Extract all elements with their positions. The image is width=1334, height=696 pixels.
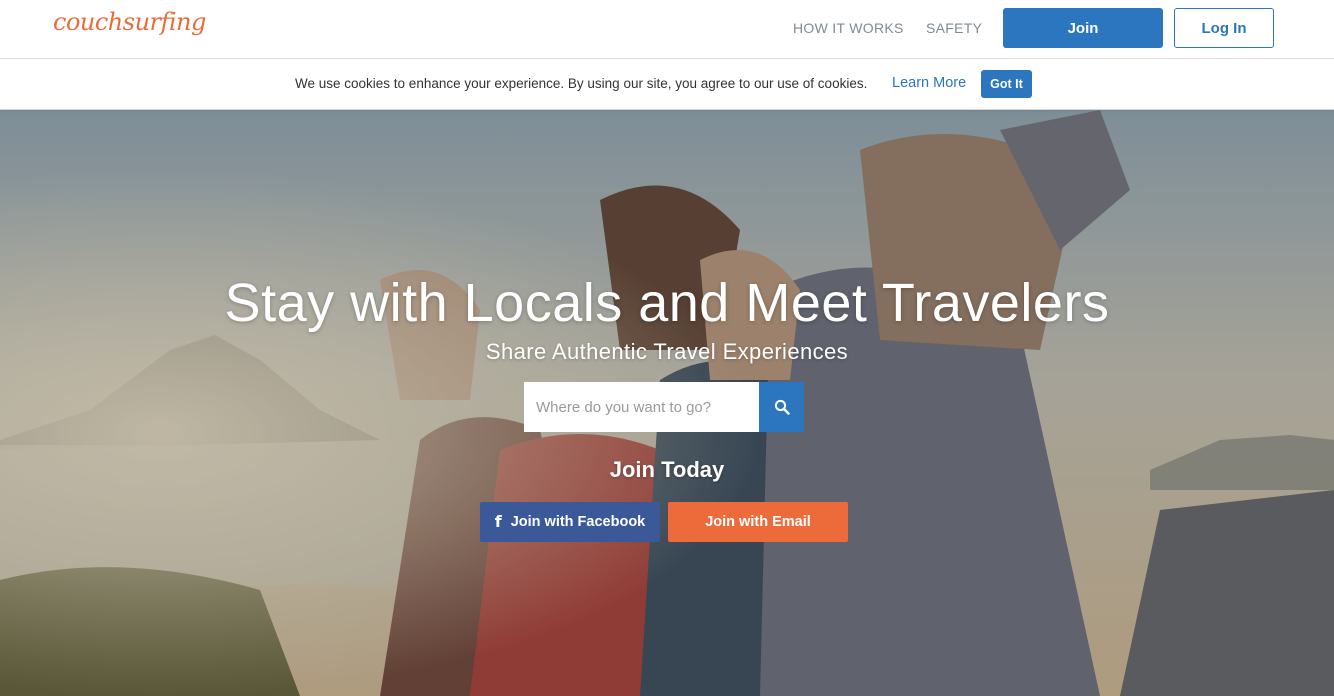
join-with-facebook-label: Join with Facebook: [510, 514, 646, 530]
hero-title: Stay with Locals and Meet Travelers: [224, 273, 1110, 333]
join-button[interactable]: Join: [1003, 8, 1163, 48]
log-in-button[interactable]: Log In: [1174, 8, 1274, 48]
search-icon: [774, 399, 790, 415]
destination-search-input[interactable]: [524, 382, 759, 432]
couchsurfing-logo[interactable]: couchsurfing: [53, 8, 206, 36]
hero-subtitle: Share Authentic Travel Experiences: [485, 339, 849, 364]
join-with-facebook-button[interactable]: f Join with Facebook: [480, 502, 660, 542]
facebook-icon: f: [494, 512, 502, 531]
search-button[interactable]: [759, 382, 804, 432]
hero-section: Stay with Locals and Meet Travelers Shar…: [0, 110, 1334, 696]
cookie-banner: We use cookies to enhance your experienc…: [0, 60, 1334, 110]
nav-how-it-works[interactable]: HOW IT WORKS: [793, 20, 904, 36]
join-today-heading: Join Today: [609, 457, 725, 482]
site-header: couchsurfing HOW IT WORKS SAFETY Join Lo…: [0, 0, 1334, 59]
nav-safety[interactable]: SAFETY: [926, 20, 982, 36]
learn-more-link[interactable]: Learn More: [892, 75, 966, 91]
join-with-email-button[interactable]: Join with Email: [668, 502, 848, 542]
cookie-message: We use cookies to enhance your experienc…: [295, 76, 868, 91]
got-it-button[interactable]: Got It: [981, 70, 1032, 98]
